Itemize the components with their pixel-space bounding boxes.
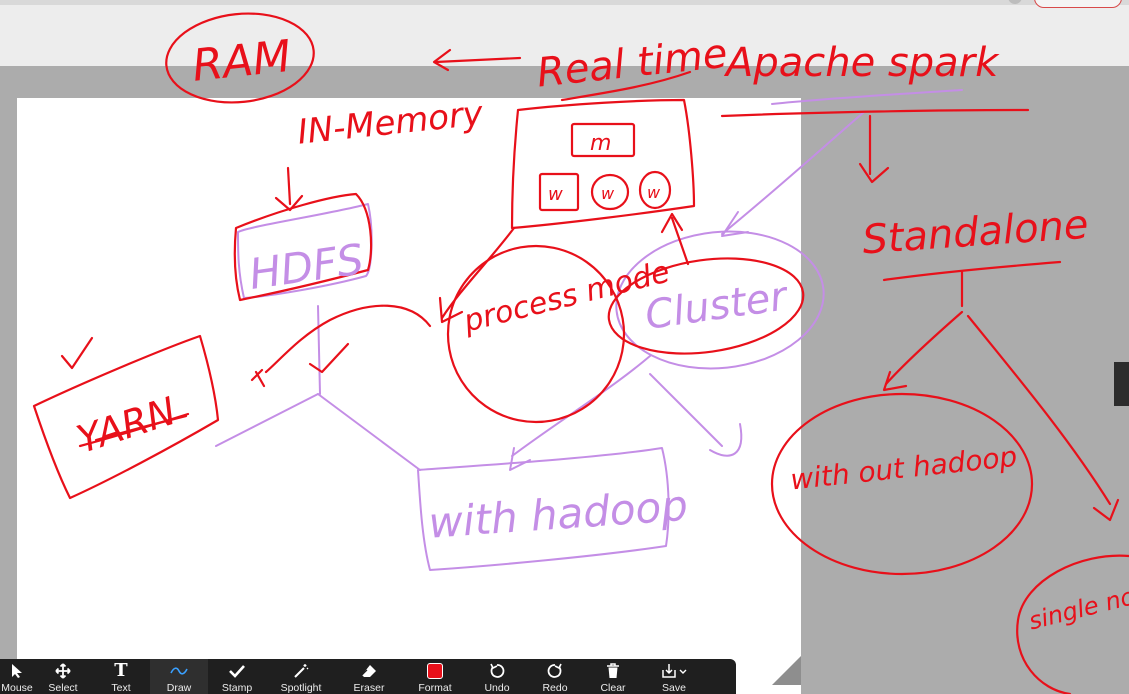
label-master: m xyxy=(590,131,611,156)
tool-mouse[interactable]: Mouse xyxy=(0,659,34,694)
tool-label: Text xyxy=(111,682,131,694)
undo-icon xyxy=(489,659,505,683)
hdfs-down-line xyxy=(317,305,321,395)
label-apache-spark: Apache spark xyxy=(723,40,1000,86)
spark-tree-arrow xyxy=(858,162,890,184)
tool-label: Mouse xyxy=(1,682,33,694)
tool-label: Stamp xyxy=(221,682,253,694)
tool-undo[interactable]: Undo xyxy=(468,659,526,694)
label-single-node: single node xyxy=(1026,575,1129,636)
label-ram: RAM xyxy=(190,31,293,92)
standalone-right-arrow xyxy=(1092,498,1120,522)
label-realtime: Real time xyxy=(535,31,730,97)
realtime-arrow xyxy=(434,56,522,64)
annotation-canvas: RAM Real time Apache spark IN-Memory m w… xyxy=(32,12,1129,694)
label-without-hadoop: with out hadoop xyxy=(789,440,1019,497)
tool-format[interactable]: Format xyxy=(402,659,468,694)
tool-eraser[interactable]: Eraser xyxy=(336,659,402,694)
text-icon: T xyxy=(114,660,128,681)
label-with-hadoop: with hadoop xyxy=(427,481,689,548)
standalone-right-branch xyxy=(966,314,1112,506)
tree-left-branch xyxy=(215,393,319,447)
eraser-icon xyxy=(361,659,377,683)
yarn-tick xyxy=(60,336,94,370)
label-standalone: Standalone xyxy=(861,202,1090,264)
process-to-yarn-arrow xyxy=(250,368,266,388)
cluster-to-withhadoop xyxy=(511,355,651,457)
trash-icon xyxy=(606,659,620,683)
standalone-bar xyxy=(882,260,1062,282)
tool-save[interactable]: Save xyxy=(642,659,706,694)
apache-spark-underline xyxy=(771,89,963,105)
annotation-toolbar: Mouse Select T Text Draw Stamp Spotlight… xyxy=(0,659,736,694)
red-annotations xyxy=(32,12,1129,694)
tool-label: Eraser xyxy=(353,682,385,694)
tool-stamp[interactable]: Stamp xyxy=(208,659,266,694)
cluster-to-mw-arrow xyxy=(660,212,684,234)
redo-icon xyxy=(547,659,563,683)
realtime-arrowhead xyxy=(432,48,452,72)
tool-label: Undo xyxy=(484,682,510,694)
tool-clear[interactable]: Clear xyxy=(584,659,642,694)
spark-tree-bar xyxy=(720,108,1030,118)
tool-draw[interactable]: Draw xyxy=(150,659,208,694)
label-hdfs: HDFS xyxy=(246,234,366,298)
tool-label: Format xyxy=(418,682,452,694)
hdfs-arrow xyxy=(286,166,292,206)
tool-label: Spotlight xyxy=(280,682,322,694)
spark-to-cluster-line xyxy=(721,111,865,235)
tool-spotlight[interactable]: Spotlight xyxy=(266,659,336,694)
tree-right-branch xyxy=(317,393,421,471)
tool-label: Draw xyxy=(166,682,192,694)
tool-label: Redo xyxy=(542,682,568,694)
draw-icon xyxy=(170,659,188,683)
tool-label: Select xyxy=(48,682,78,694)
tool-select[interactable]: Select xyxy=(34,659,92,694)
standalone-left-branch xyxy=(884,310,964,386)
handwritten-labels: RAM Real time Apache spark IN-Memory m w… xyxy=(72,31,1129,636)
tool-label: Clear xyxy=(600,682,626,694)
tool-redo[interactable]: Redo xyxy=(526,659,584,694)
tool-text[interactable]: T Text xyxy=(92,659,150,694)
check-icon xyxy=(229,659,245,683)
cursor-icon xyxy=(10,659,24,683)
label-process: process mode xyxy=(459,254,673,339)
label-worker-1: w xyxy=(548,184,563,205)
save-icon xyxy=(661,659,687,683)
color-swatch-icon xyxy=(427,659,443,683)
wand-icon xyxy=(293,659,309,683)
process-mode-ellipse xyxy=(446,244,626,424)
move-icon xyxy=(55,659,71,683)
tool-label: Save xyxy=(662,682,686,694)
process-to-yarn-curve xyxy=(264,304,432,374)
label-worker-3: w xyxy=(647,183,661,202)
label-worker-2: w xyxy=(601,184,615,203)
small-red-check xyxy=(308,342,350,374)
label-in-memory: IN-Memory xyxy=(296,93,486,152)
cluster-right-line xyxy=(649,373,723,447)
